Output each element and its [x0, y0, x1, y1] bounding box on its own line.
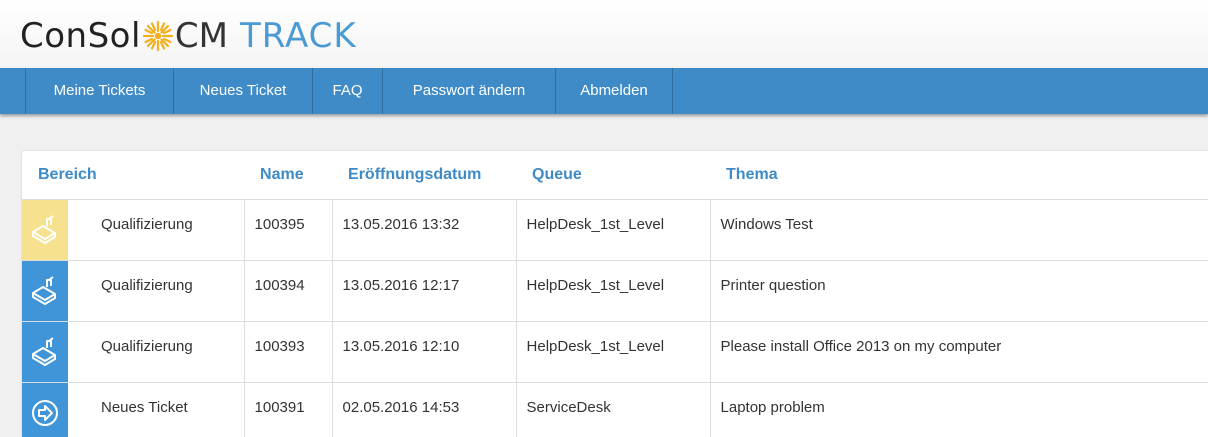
- table-row[interactable]: Qualifizierung 100394 13.05.2016 12:17 H…: [22, 260, 1208, 322]
- datum-text: 13.05.2016 13:32: [342, 216, 460, 233]
- status-cell: [22, 321, 91, 383]
- nav-item-neues-ticket[interactable]: Neues Ticket: [174, 68, 313, 114]
- bereich-text: Qualifizierung: [101, 216, 193, 233]
- cell-datum: 13.05.2016 13:32: [332, 199, 517, 261]
- status-cell: [22, 199, 91, 261]
- tickets-panel: Bereich Name Eröffnungsdatum Queue Thema: [22, 151, 1208, 437]
- cell-bereich: Qualifizierung: [91, 199, 245, 261]
- tickets-table: Bereich Name Eröffnungsdatum Queue Thema: [22, 151, 1208, 437]
- app-logo[interactable]: ConSol CM TRACK: [20, 14, 357, 58]
- logo-product-suffix: TRACK: [240, 16, 357, 56]
- cell-name: 100395: [244, 199, 333, 261]
- cell-name: 100394: [244, 260, 333, 322]
- cell-thema: Windows Test: [710, 199, 1208, 261]
- column-header-queue[interactable]: Queue: [516, 151, 711, 200]
- ticket-edit-icon: [32, 276, 56, 305]
- cell-datum: 13.05.2016 12:17: [332, 260, 517, 322]
- thema-text[interactable]: Printer question: [711, 261, 1208, 294]
- main-navbar: Meine Tickets Neues Ticket FAQ Passwort …: [0, 68, 1208, 114]
- thema-text[interactable]: Please install Office 2013 on my compute…: [711, 322, 1208, 355]
- bereich-text: Qualifizierung: [101, 338, 193, 355]
- column-header-eroeffnungsdatum[interactable]: Eröffnungsdatum: [332, 151, 517, 200]
- app-header: ConSol CM TRACK: [0, 0, 1208, 68]
- arrow-circle-icon: [32, 400, 58, 426]
- ticket-edit-icon: [32, 337, 56, 366]
- name-text[interactable]: 100394: [245, 261, 332, 294]
- datum-text: 13.05.2016 12:17: [342, 277, 460, 294]
- bereich-text: Neues Ticket: [101, 399, 188, 416]
- queue-text: HelpDesk_1st_Level: [526, 216, 665, 233]
- table-row[interactable]: Qualifizierung 100395 13.05.2016 13:32 H…: [22, 199, 1208, 261]
- logo-product-text: CM: [174, 16, 228, 56]
- status-badge: [22, 200, 68, 260]
- status-badge: [22, 322, 68, 382]
- thema-text[interactable]: Windows Test: [711, 200, 1208, 233]
- status-cell: [22, 382, 91, 437]
- column-header-bereich[interactable]: Bereich: [22, 151, 245, 200]
- cell-bereich: Qualifizierung: [91, 321, 245, 383]
- nav-item-meine-tickets[interactable]: Meine Tickets: [26, 68, 174, 114]
- queue-text: ServiceDesk: [526, 399, 611, 416]
- cell-queue: HelpDesk_1st_Level: [516, 260, 711, 322]
- cell-name: 100391: [244, 382, 333, 437]
- table-row[interactable]: Qualifizierung 100393 13.05.2016 12:10 H…: [22, 321, 1208, 383]
- table-row[interactable]: Neues Ticket 100391 02.05.2016 14:53 Ser…: [22, 382, 1208, 437]
- cell-name: 100393: [244, 321, 333, 383]
- column-header-thema[interactable]: Thema: [710, 151, 1208, 200]
- cell-queue: HelpDesk_1st_Level: [516, 199, 711, 261]
- thema-text[interactable]: Laptop problem: [711, 383, 1208, 416]
- cell-datum: 13.05.2016 12:10: [332, 321, 517, 383]
- column-header-name[interactable]: Name: [244, 151, 333, 200]
- cell-queue: ServiceDesk: [516, 382, 711, 437]
- cell-thema: Please install Office 2013 on my compute…: [710, 321, 1208, 383]
- queue-text: HelpDesk_1st_Level: [526, 338, 665, 355]
- name-text[interactable]: 100395: [245, 200, 332, 233]
- table-header-row: Bereich Name Eröffnungsdatum Queue Thema: [22, 151, 1208, 200]
- datum-text: 13.05.2016 12:10: [342, 338, 460, 355]
- name-text[interactable]: 100391: [245, 383, 332, 416]
- cell-datum: 02.05.2016 14:53: [332, 382, 517, 437]
- cell-thema: Printer question: [710, 260, 1208, 322]
- datum-text: 02.05.2016 14:53: [342, 399, 460, 416]
- ticket-edit-icon: [32, 215, 56, 244]
- bereich-text: Qualifizierung: [101, 277, 193, 294]
- sun-icon: [142, 20, 174, 52]
- cell-bereich: Qualifizierung: [91, 260, 245, 322]
- status-badge: [22, 383, 68, 437]
- status-badge: [22, 261, 68, 321]
- cell-thema: Laptop problem: [710, 382, 1208, 437]
- status-cell: [22, 260, 91, 322]
- nav-item-passwort-aendern[interactable]: Passwort ändern: [383, 68, 556, 114]
- nav-menu: Meine Tickets Neues Ticket FAQ Passwort …: [25, 68, 673, 114]
- nav-item-abmelden[interactable]: Abmelden: [556, 68, 673, 114]
- nav-item-faq[interactable]: FAQ: [313, 68, 383, 114]
- cell-queue: HelpDesk_1st_Level: [516, 321, 711, 383]
- cell-bereich: Neues Ticket: [91, 382, 245, 437]
- logo-brand-text: ConSol: [20, 16, 141, 56]
- queue-text: HelpDesk_1st_Level: [526, 277, 665, 294]
- name-text[interactable]: 100393: [245, 322, 332, 355]
